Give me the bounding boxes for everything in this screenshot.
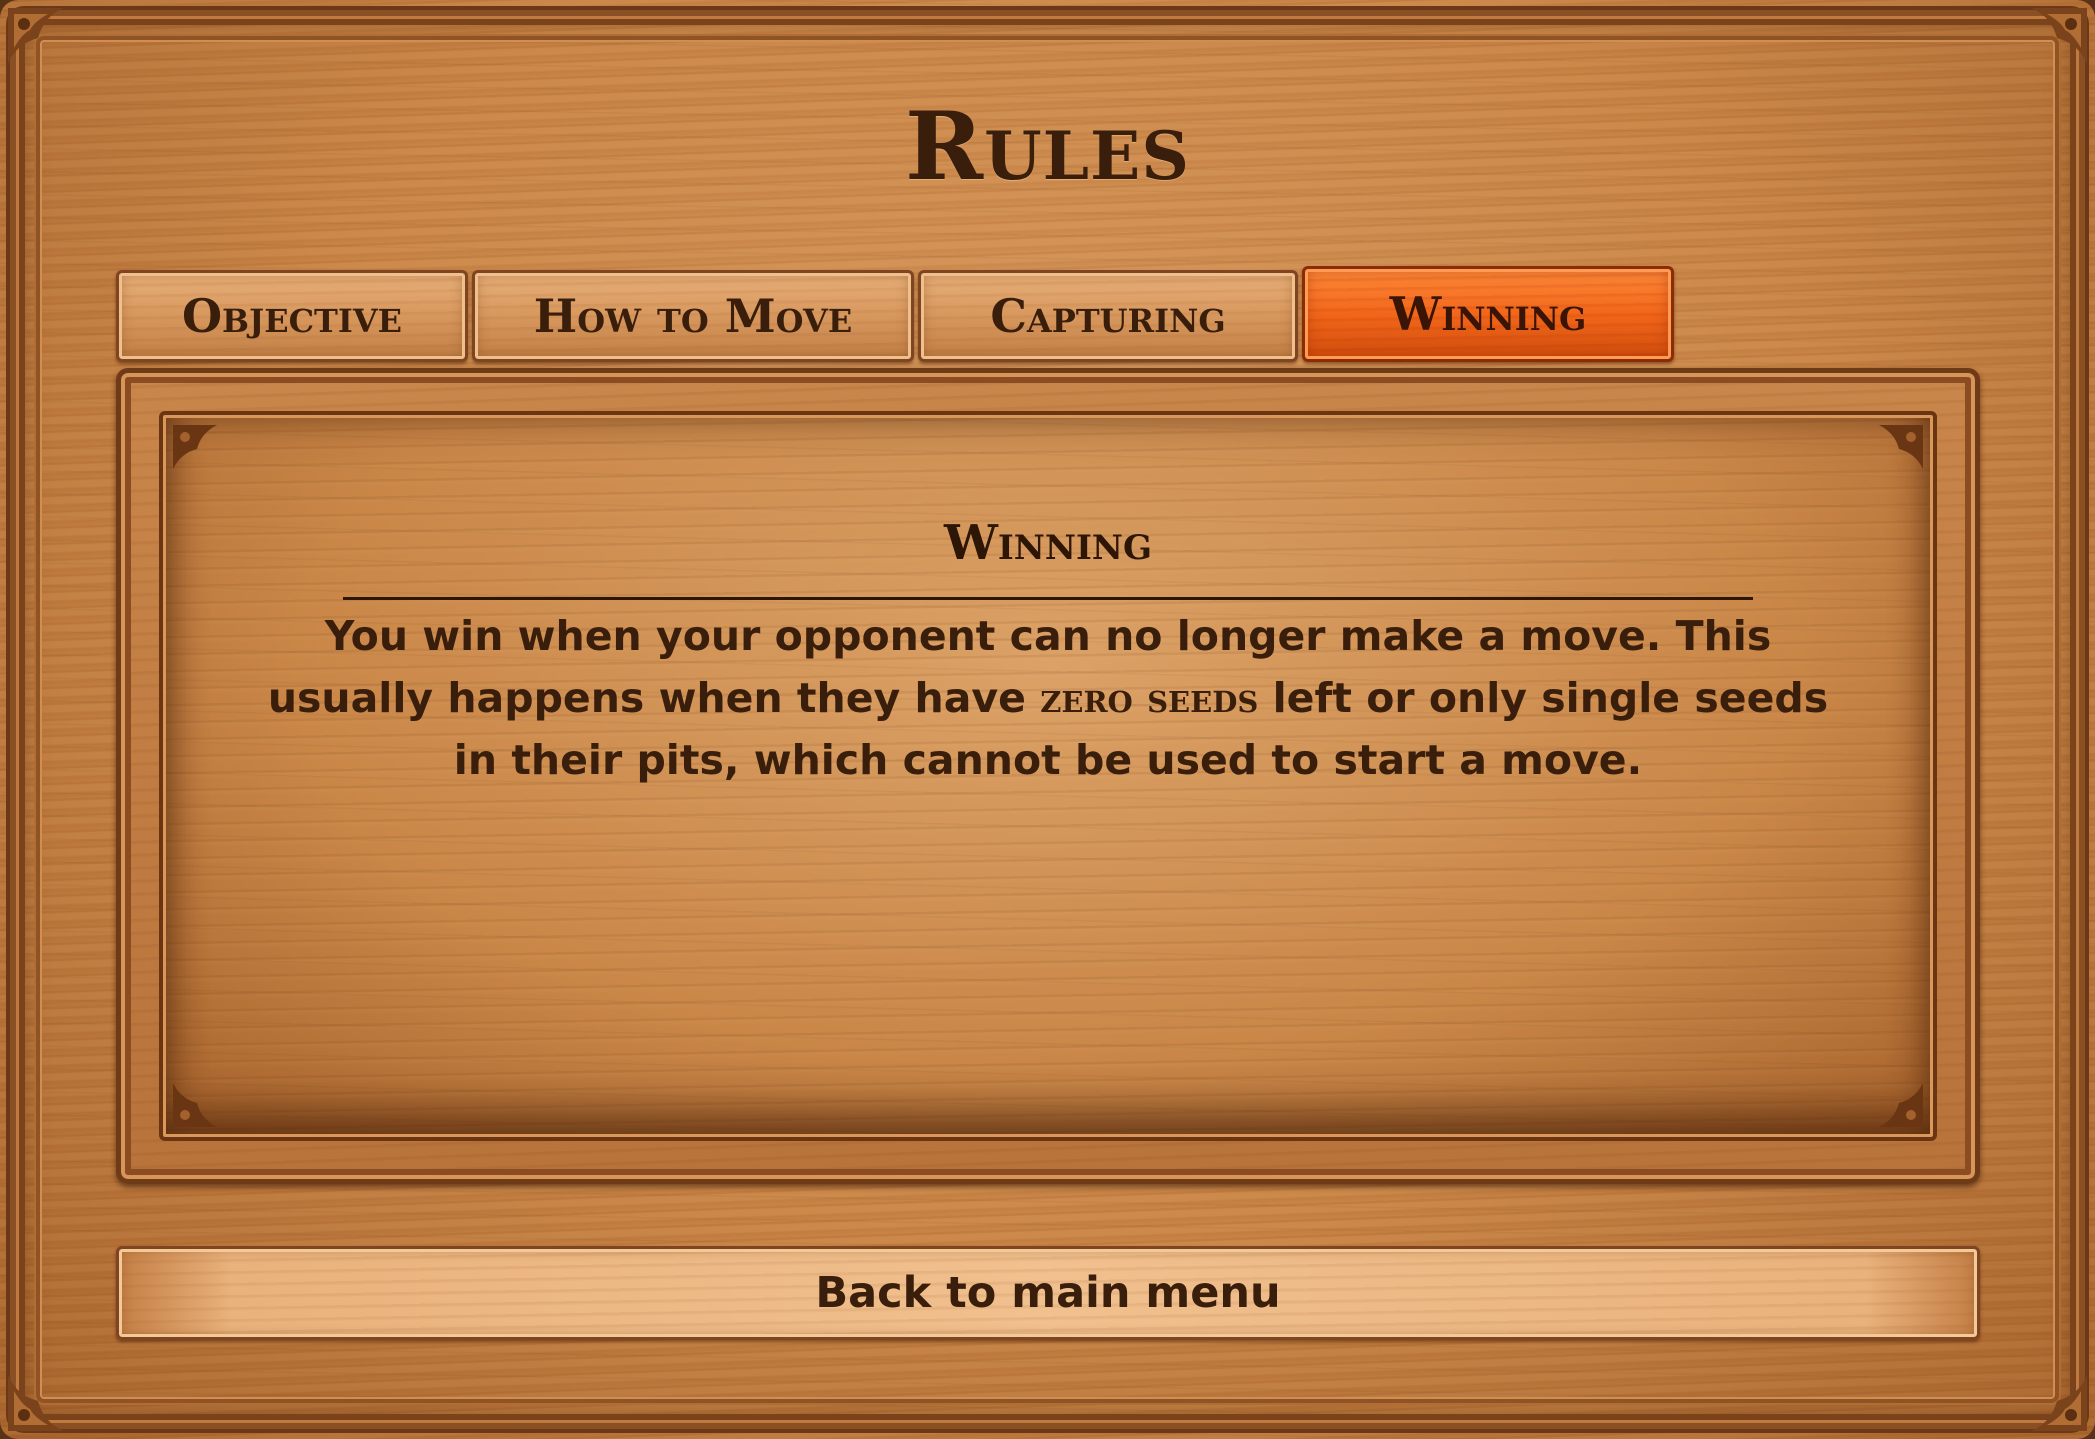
ornament-corner-icon <box>1879 1083 1923 1127</box>
ornament-corner-icon <box>173 1083 217 1127</box>
rules-text-emphasis: zero seeds <box>1040 674 1259 722</box>
ornament-corner-icon <box>2031 1375 2087 1431</box>
rules-panel: Winning You win when your opponent can n… <box>116 368 1980 1184</box>
back-to-main-menu-button[interactable]: Back to main menu <box>116 1246 1980 1340</box>
rules-panel-content: Winning You win when your opponent can n… <box>159 411 1937 1141</box>
section-heading: Winning <box>944 515 1152 571</box>
ornament-corner-icon <box>173 425 217 469</box>
page-title: Rules <box>904 92 1191 202</box>
ornament-corner-icon <box>8 8 64 64</box>
tab-winning[interactable]: Winning <box>1302 266 1674 362</box>
tab-objective[interactable]: Objective <box>116 270 468 362</box>
ornament-corner-icon <box>1879 425 1923 469</box>
ornament-corner-icon <box>8 1375 64 1431</box>
tab-capturing[interactable]: Capturing <box>918 270 1298 362</box>
heading-divider <box>343 597 1753 600</box>
tab-how-to-move[interactable]: How to Move <box>472 270 914 362</box>
ornament-corner-icon <box>2031 8 2087 64</box>
rules-screen: Rules Objective How to Move Capturing Wi… <box>0 0 2095 1439</box>
rules-description: You win when your opponent can no longer… <box>263 605 1833 791</box>
